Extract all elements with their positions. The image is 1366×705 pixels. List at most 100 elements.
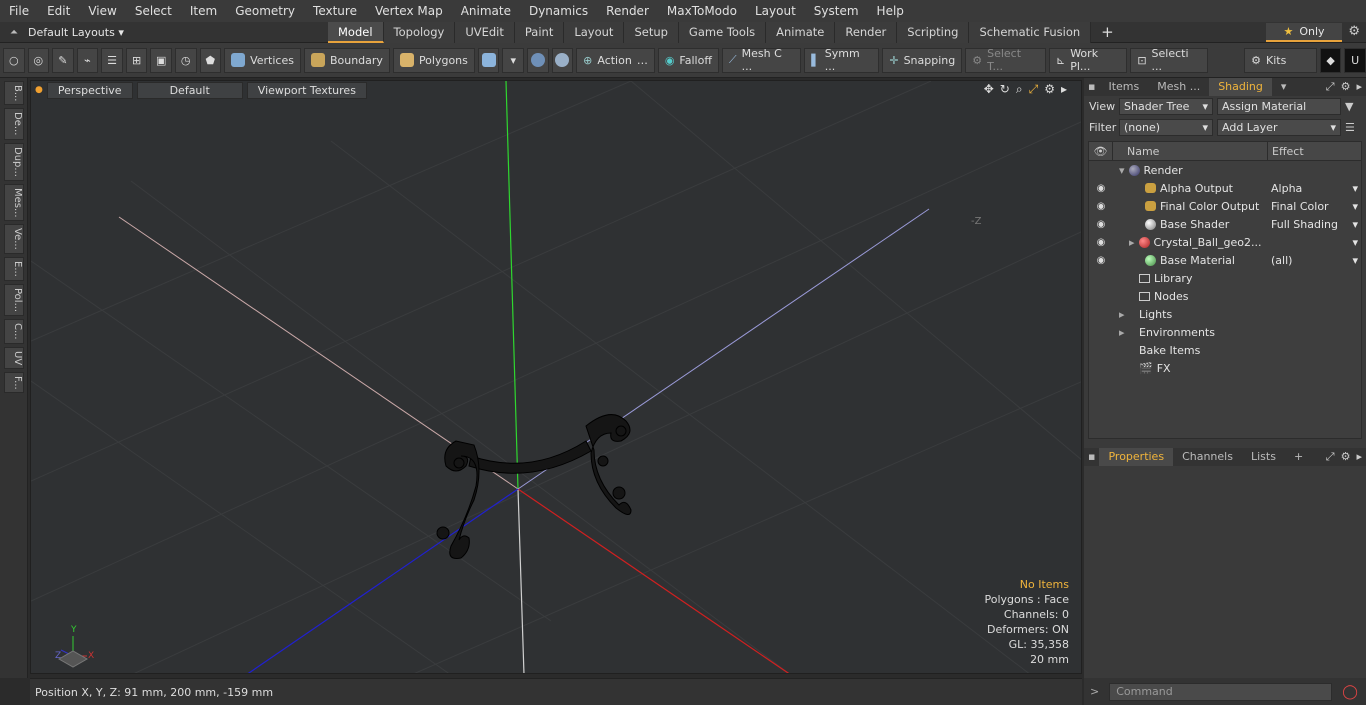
select-through-button[interactable]: ⚙ Select T...	[965, 47, 1046, 73]
tab-uvedit[interactable]: UVEdit	[455, 22, 515, 43]
align-icon[interactable]: ☰	[101, 47, 123, 73]
menu-dynamics[interactable]: Dynamics	[520, 0, 597, 22]
tab-scripting[interactable]: Scripting	[897, 22, 970, 43]
work-plane-button[interactable]: ⊾ Work Pl...	[1048, 47, 1128, 73]
collapse-arrow-icon[interactable]: ⏶	[0, 27, 28, 38]
tree-row-lights[interactable]: ▸ Lights	[1089, 305, 1361, 323]
filter-dropdown[interactable]: (none) ▾	[1119, 119, 1213, 136]
falloff-button[interactable]: ◉ Falloff	[657, 47, 719, 73]
left-tab-mes[interactable]: Mes...	[4, 183, 24, 222]
menu-maxtomodo[interactable]: MaxToModo	[658, 0, 746, 22]
snapping-button[interactable]: ✛ Snapping	[882, 47, 963, 73]
dropdown-arrow-icon[interactable]: ▾	[502, 47, 525, 73]
default-style-button[interactable]: Default	[136, 81, 243, 99]
left-tab-dup[interactable]: Dup...	[4, 142, 24, 181]
name-column-header[interactable]: Name	[1113, 142, 1268, 160]
tab-setup[interactable]: Setup	[624, 22, 679, 43]
tab-items[interactable]: Items	[1099, 78, 1148, 96]
transform-icon[interactable]: ⊞	[125, 47, 148, 73]
rotate-icon[interactable]: ↻	[1000, 82, 1010, 97]
menu-texture[interactable]: Texture	[304, 0, 366, 22]
menu-system[interactable]: System	[805, 0, 868, 22]
selection-sets-button[interactable]: ⊡ Selecti ...	[1130, 47, 1209, 73]
tab-topology[interactable]: Topology	[383, 22, 456, 43]
pivot-mode-icon[interactable]	[551, 47, 574, 73]
list-options-icon[interactable]: ☰	[1345, 121, 1355, 134]
maximize-icon[interactable]: ⤢	[1029, 82, 1039, 97]
tab-properties[interactable]: Properties	[1099, 448, 1174, 466]
polygons-button[interactable]: Polygons	[392, 47, 475, 73]
tree-row-bake-items[interactable]: Bake Items	[1089, 341, 1361, 359]
kits-button[interactable]: ⚙ Kits	[1244, 47, 1317, 73]
menu-animate[interactable]: Animate	[452, 0, 520, 22]
tree-row-base-shader[interactable]: ◉ Base Shader Full Shading ▾	[1089, 215, 1361, 233]
gear-icon[interactable]: ⚙	[1348, 24, 1360, 39]
viewport-textures-button[interactable]: Viewport Textures	[246, 81, 367, 99]
material-mode-icon[interactable]	[527, 47, 549, 73]
left-tab-c[interactable]: C...	[4, 318, 24, 344]
clock-icon[interactable]: ◷	[174, 47, 197, 73]
tab-paint[interactable]: Paint	[514, 22, 565, 43]
tree-row-render[interactable]: ▾ Render	[1089, 161, 1361, 179]
box-icon[interactable]: ▣	[150, 47, 172, 73]
menu-select[interactable]: Select	[126, 0, 181, 22]
panel-gear-icon[interactable]: ⚙	[1341, 450, 1351, 464]
add-tab-icon[interactable]: +	[1285, 448, 1312, 466]
menu-item[interactable]: Item	[181, 0, 226, 22]
left-tab-de[interactable]: De...	[4, 108, 24, 140]
mesh-constraint-button[interactable]: ⟋ Mesh C ...	[721, 47, 802, 73]
menu-vertex-map[interactable]: Vertex Map	[366, 0, 452, 22]
eye-icon[interactable]: ◉	[1089, 255, 1113, 266]
view-dropdown[interactable]: Shader Tree ▾	[1119, 98, 1213, 115]
tree-row-nodes[interactable]: Nodes	[1089, 287, 1361, 305]
eye-icon[interactable]: ◉	[1089, 219, 1113, 230]
panel-arrow-icon[interactable]: ▸	[1356, 450, 1362, 464]
expand-triangle-icon[interactable]: ▸	[1119, 308, 1135, 321]
only-toggle[interactable]: ★ Only	[1266, 23, 1342, 42]
left-tab-e[interactable]: E...	[4, 257, 24, 281]
tab-dropdown-icon[interactable]: ▾	[1272, 78, 1296, 96]
tab-shading[interactable]: Shading	[1209, 78, 1272, 96]
unity-icon[interactable]: ◆	[1319, 47, 1342, 73]
perspective-button[interactable]: Perspective	[46, 81, 133, 99]
tree-row-crystal-ball-material[interactable]: ◉ ▸ Crystal_Ball_geo2... ▾	[1089, 233, 1361, 251]
tab-channels[interactable]: Channels	[1173, 448, 1242, 466]
tab-mesh[interactable]: Mesh ...	[1148, 78, 1209, 96]
expand-triangle-icon[interactable]: ▸	[1129, 236, 1135, 249]
left-tab-ve[interactable]: Ve...	[4, 224, 24, 255]
action-button[interactable]: ⊕ Action …	[576, 47, 655, 73]
tree-row-fx[interactable]: 🎬 FX	[1089, 359, 1361, 377]
left-tab-pol[interactable]: Pol...	[4, 283, 24, 316]
vertices-button[interactable]: Vertices	[224, 47, 301, 73]
zoom-icon[interactable]: ⌕	[1016, 82, 1023, 97]
left-tab-uv[interactable]: UV	[4, 346, 24, 369]
add-layer-dropdown[interactable]: Add Layer ▾	[1217, 119, 1341, 136]
menu-layout[interactable]: Layout	[746, 0, 805, 22]
tab-render[interactable]: Render	[835, 22, 898, 43]
eye-icon[interactable]: ◉	[1089, 183, 1113, 194]
pen-icon[interactable]: ✎	[52, 47, 74, 73]
menu-help[interactable]: Help	[868, 0, 913, 22]
add-tab-icon[interactable]: +	[1091, 22, 1124, 43]
effect-column-header[interactable]: Effect	[1268, 142, 1361, 160]
menu-edit[interactable]: Edit	[38, 0, 79, 22]
boundary-button[interactable]: Boundary	[303, 47, 390, 73]
eye-icon[interactable]: ◉	[1089, 201, 1113, 212]
panel-arrow-icon[interactable]: ▸	[1356, 80, 1362, 94]
expand-panel-icon[interactable]: ⤢	[1326, 450, 1335, 464]
tab-game-tools[interactable]: Game Tools	[678, 22, 767, 43]
tree-row-base-material[interactable]: ◉ Base Material (all) ▾	[1089, 251, 1361, 269]
tab-layout[interactable]: Layout	[564, 22, 625, 43]
tree-row-final-color-output[interactable]: ◉ Final Color Output Final Color ▾	[1089, 197, 1361, 215]
assign-material-button[interactable]: Assign Material	[1217, 98, 1341, 115]
globe-icon[interactable]: ◎	[27, 47, 50, 73]
eye-icon[interactable]: ◉	[1089, 237, 1113, 248]
tab-lists[interactable]: Lists	[1242, 448, 1285, 466]
funnel-icon[interactable]: ▼	[1345, 100, 1353, 113]
tab-model[interactable]: Model	[328, 22, 384, 43]
settings-icon[interactable]: ⚙	[1044, 82, 1055, 97]
command-input[interactable]: Command	[1109, 682, 1333, 701]
move-icon[interactable]: ✥	[984, 82, 994, 97]
menu-file[interactable]: File	[0, 0, 38, 22]
tree-row-alpha-output[interactable]: ◉ Alpha Output Alpha ▾	[1089, 179, 1361, 197]
